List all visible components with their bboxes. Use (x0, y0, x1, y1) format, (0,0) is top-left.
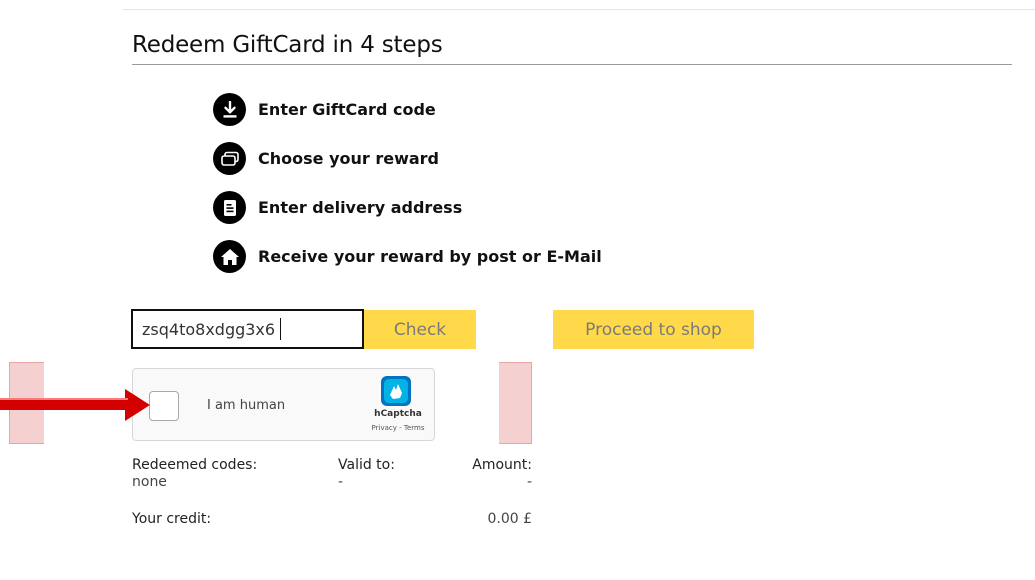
cards-icon (213, 142, 246, 175)
credit-value: 0.00 £ (487, 511, 532, 527)
text-caret (280, 318, 281, 340)
check-button[interactable]: Check (364, 310, 476, 349)
amount-value: - (526, 474, 532, 490)
credit-row: Your credit: 0.00 £ (132, 511, 532, 528)
redeemed-codes-value: none (132, 474, 167, 490)
amount-header: Amount: (472, 457, 532, 473)
red-arrow-icon (0, 389, 150, 421)
summary-value-row: none - - (132, 474, 532, 491)
valid-to-value: - (338, 474, 344, 490)
hcaptcha-logo-icon (381, 376, 411, 406)
download-icon (213, 93, 246, 126)
step-label: Enter delivery address (258, 198, 463, 217)
step-enter-code: Enter GiftCard code (213, 93, 602, 126)
valid-to-header: Valid to: (338, 457, 395, 473)
proceed-to-shop-button[interactable]: Proceed to shop (553, 310, 754, 349)
step-label: Choose your reward (258, 149, 439, 168)
home-icon (213, 240, 246, 273)
top-divider (123, 9, 1035, 10)
summary-header-row: Redeemed codes: Valid to: Amount: (132, 457, 532, 474)
credit-label: Your credit: (132, 511, 212, 527)
step-label: Receive your reward by post or E-Mail (258, 247, 602, 266)
steps-list: Enter GiftCard code Choose your reward E… (213, 93, 602, 289)
giftcard-code-input[interactable] (131, 309, 364, 349)
redeem-summary: Redeemed codes: Valid to: Amount: none -… (132, 457, 532, 528)
redeemed-codes-header: Redeemed codes: (132, 457, 258, 473)
step-receive-reward: Receive your reward by post or E-Mail (213, 240, 602, 273)
step-delivery-address: Enter delivery address (213, 191, 602, 224)
step-choose-reward: Choose your reward (213, 142, 602, 175)
hcaptcha-links[interactable]: Privacy - Terms (363, 424, 433, 432)
step-label: Enter GiftCard code (258, 100, 436, 119)
captcha-label: I am human (207, 398, 286, 413)
hcaptcha-brand: hCaptcha (374, 409, 422, 419)
title-divider (132, 64, 1012, 65)
page-title: Redeem GiftCard in 4 steps (132, 32, 443, 58)
document-icon (213, 191, 246, 224)
